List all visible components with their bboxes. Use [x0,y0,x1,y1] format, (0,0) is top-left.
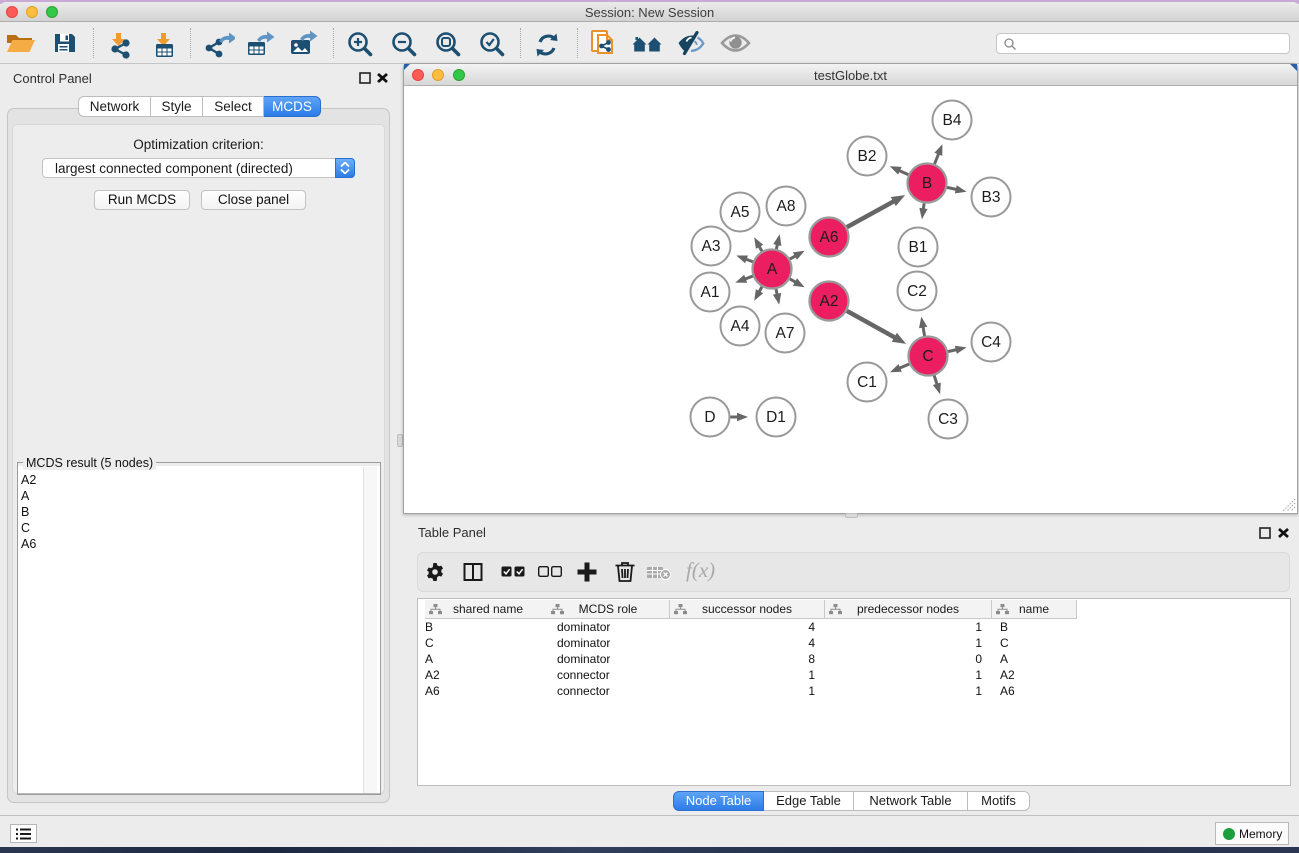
svg-text:B1: B1 [909,239,928,256]
svg-text:A: A [767,261,778,278]
svg-text:A4: A4 [731,318,750,335]
svg-text:A6: A6 [820,229,839,246]
svg-text:D: D [704,409,715,426]
svg-text:B: B [922,175,932,192]
svg-text:A5: A5 [731,204,750,221]
svg-text:A3: A3 [702,238,721,255]
svg-text:C2: C2 [907,283,927,300]
svg-text:B4: B4 [943,112,962,129]
svg-text:B3: B3 [982,189,1001,206]
svg-text:A8: A8 [777,198,796,215]
svg-text:B2: B2 [858,148,877,165]
svg-text:A2: A2 [820,293,839,310]
svg-text:C3: C3 [938,411,958,428]
svg-text:C: C [922,348,933,365]
svg-text:C4: C4 [981,334,1001,351]
svg-text:D1: D1 [766,409,786,426]
svg-text:C1: C1 [857,374,877,391]
svg-text:A1: A1 [701,284,720,301]
svg-text:A7: A7 [776,325,795,342]
